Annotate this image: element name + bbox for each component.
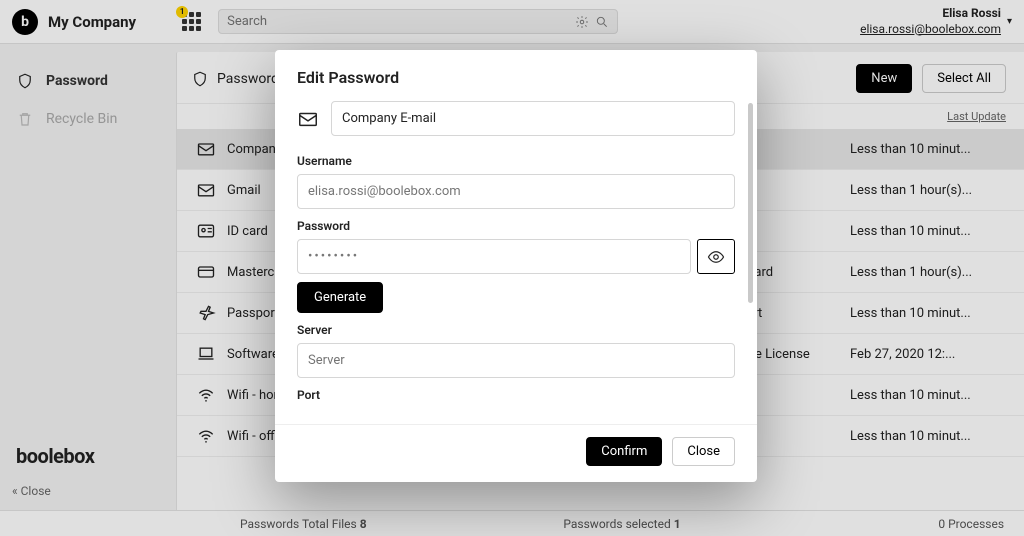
username-input[interactable] — [297, 174, 735, 209]
confirm-button[interactable]: Confirm — [586, 437, 662, 466]
close-button[interactable]: Close — [672, 437, 735, 466]
username-label: Username — [297, 154, 735, 168]
server-label: Server — [297, 323, 735, 337]
modal-title: Edit Password — [275, 50, 757, 97]
port-label: Port — [297, 388, 735, 402]
edit-password-modal: Edit Password Username Password Generate… — [275, 50, 757, 482]
generate-button[interactable]: Generate — [297, 282, 383, 313]
entry-name-input[interactable] — [331, 101, 735, 136]
password-input[interactable] — [297, 239, 691, 274]
reveal-password-button[interactable] — [697, 239, 735, 274]
password-label: Password — [297, 219, 735, 233]
mail-icon — [297, 108, 319, 130]
eye-icon — [707, 248, 725, 266]
server-input[interactable] — [297, 343, 735, 378]
